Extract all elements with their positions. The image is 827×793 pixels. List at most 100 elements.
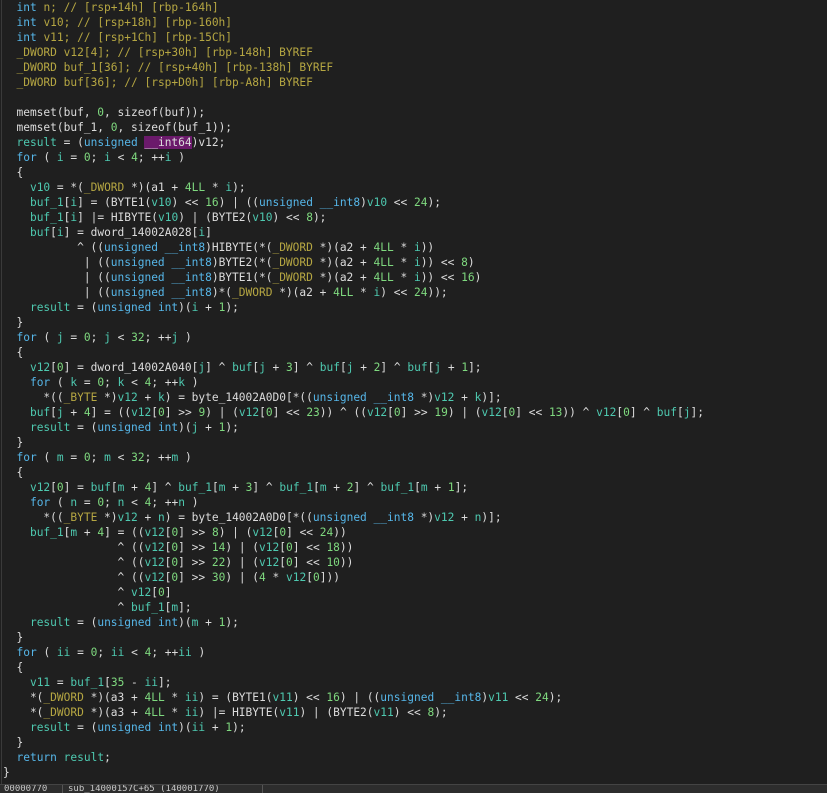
- code-line[interactable]: result = (unsigned int)(j + 1);: [3, 420, 704, 435]
- code-line[interactable]: result = (unsigned int)(ii + 1);: [3, 720, 704, 735]
- code-line[interactable]: ^ ((v12[0] >> 14) | (v12[0] << 18)): [3, 540, 704, 555]
- code-token: 0: [83, 451, 91, 464]
- code-token: +: [427, 481, 448, 494]
- code-line[interactable]: int v11; // [rsp+1Ch] [rbp-15Ch]: [3, 30, 704, 45]
- code-line[interactable]: buf_1[i] = (BYTE1(v10) << 16) | ((unsign…: [3, 195, 704, 210]
- code-token: )(: [178, 301, 192, 314]
- code-line[interactable]: }: [3, 765, 704, 780]
- code-line[interactable]: *((_BYTE *)v12 + n) = byte_14002A0D0[*((…: [3, 510, 704, 525]
- code-token: ] ^: [292, 361, 320, 374]
- code-token: j: [56, 331, 64, 344]
- code-token: v10: [29, 181, 51, 194]
- code-token: = (: [70, 616, 98, 629]
- code-line[interactable]: ^ ((v12[0] >> 22) | (v12[0] << 10)): [3, 555, 704, 570]
- code-line[interactable]: *(_DWORD *)(a3 + 4LL * ii) |= HIBYTE(v11…: [3, 705, 704, 720]
- code-token: )];: [481, 511, 502, 524]
- code-line[interactable]: for ( k = 0; k < 4; ++k ): [3, 375, 704, 390]
- code-line[interactable]: buf[i] = dword_14002A028[i]: [3, 225, 704, 240]
- code-line[interactable]: result = (unsigned int)(i + 1);: [3, 300, 704, 315]
- code-token: [: [279, 541, 286, 554]
- code-token: ] <<: [286, 526, 320, 539]
- code-line[interactable]: [3, 90, 704, 105]
- code-line[interactable]: *((_BYTE *)v12 + k) = byte_14002A0D0[*((…: [3, 390, 704, 405]
- code-line[interactable]: _DWORD buf_1[36]; // [rsp+40h] [rbp-138h…: [3, 60, 704, 75]
- code-line[interactable]: buf_1[m + 4] = ((v12[0] >> 8) | (v12[0] …: [3, 525, 704, 540]
- code-line[interactable]: | ((unsigned __int8)BYTE1(*(_DWORD *)(a2…: [3, 270, 704, 285]
- code-line[interactable]: }: [3, 630, 704, 645]
- code-token: for: [16, 451, 37, 464]
- pseudocode-view[interactable]: int n; // [rsp+14h] [rbp-164h] int v10; …: [0, 0, 827, 784]
- code-token: 0: [56, 361, 64, 374]
- code-token: ; ++: [137, 151, 165, 164]
- code-line[interactable]: {: [3, 660, 704, 675]
- code-token: ] >>: [178, 571, 212, 584]
- code-line[interactable]: }: [3, 435, 704, 450]
- code-token: );: [225, 301, 239, 314]
- code-token: 8: [306, 211, 313, 224]
- code-line[interactable]: _DWORD v12[4]; // [rsp+30h] [rbp-148h] B…: [3, 45, 704, 60]
- code-line[interactable]: {: [3, 165, 704, 180]
- code-line[interactable]: ^ ((unsigned __int8)HIBYTE(*(_DWORD *)(a…: [3, 240, 704, 255]
- code-token: 16: [205, 196, 219, 209]
- code-line[interactable]: v10 = *(_DWORD *)(a1 + 4LL * i);: [3, 180, 704, 195]
- code-line[interactable]: | ((unsigned __int8)*(_DWORD *)(a2 + 4LL…: [3, 285, 704, 300]
- code-line[interactable]: *(_DWORD *)(a3 + 4LL * ii) = (BYTE1(v11)…: [3, 690, 704, 705]
- code-token: v10: [366, 196, 388, 209]
- code-line[interactable]: v11 = buf_1[35 - ii];: [3, 675, 704, 690]
- code-line[interactable]: ^ ((v12[0] >> 30) | (4 * v12[0])): [3, 570, 704, 585]
- code-line[interactable]: buf[j + 4] = ((v12[0] >> 9) | (v12[0] <<…: [3, 405, 704, 420]
- code-line[interactable]: {: [3, 345, 704, 360]
- code-token: | ((: [3, 286, 111, 299]
- code-token: (: [36, 646, 57, 659]
- code-token: ];: [468, 361, 482, 374]
- code-line[interactable]: memset(buf, 0, sizeof(buf));: [3, 105, 704, 120]
- code-line[interactable]: | ((unsigned __int8)BYTE2(*(_DWORD *)(a2…: [3, 255, 704, 270]
- code-token: unsigned __int8: [104, 241, 206, 254]
- code-line[interactable]: int v10; // [rsp+18h] [rbp-160h]: [3, 15, 704, 30]
- code-line[interactable]: result = (unsigned __int64)v12;: [3, 135, 704, 150]
- code-token: ];: [690, 406, 704, 419]
- code-token: [: [259, 406, 266, 419]
- code-line[interactable]: }: [3, 735, 704, 750]
- code-token: <: [110, 451, 132, 464]
- code-line[interactable]: _DWORD buf[36]; // [rsp+D0h] [rbp-A8h] B…: [3, 75, 704, 90]
- code-line[interactable]: int n; // [rsp+14h] [rbp-164h]: [3, 0, 704, 15]
- code-token: )BYTE1(*(: [211, 271, 273, 284]
- code-token: ii: [56, 646, 71, 659]
- code-token: ) | (: [225, 541, 260, 554]
- code-token: _DWORD: [83, 181, 125, 194]
- code-token: _DWORD: [232, 286, 273, 299]
- code-line[interactable]: for ( j = 0; j < 32; ++j ): [3, 330, 704, 345]
- code-line[interactable]: for ( ii = 0; ii < 4; ++ii ): [3, 645, 704, 660]
- code-line[interactable]: return result;: [3, 750, 704, 765]
- code-token: 24: [535, 691, 549, 704]
- code-line[interactable]: buf_1[i] |= HIBYTE(v10) | (BYTE2(v10) <<…: [3, 210, 704, 225]
- code-token: = (: [70, 721, 98, 734]
- code-line[interactable]: memset(buf_1, 0, sizeof(buf_1));: [3, 120, 704, 135]
- code-line[interactable]: ^ buf_1[m];: [3, 600, 704, 615]
- code-line[interactable]: }: [3, 315, 704, 330]
- code-token: ) | ((: [339, 691, 381, 704]
- code-token: 4LL: [184, 181, 206, 194]
- code-token: ;: [90, 151, 105, 164]
- code-line[interactable]: for ( m = 0; m < 32; ++m ): [3, 450, 704, 465]
- code-token: ) = byte_14002A0D0[*((: [164, 511, 313, 524]
- code-token: ): [191, 646, 206, 659]
- code-line[interactable]: v12[0] = buf[m + 4] ^ buf_1[m + 3] ^ buf…: [3, 480, 704, 495]
- code-token: (: [36, 451, 57, 464]
- code-token: ii: [184, 691, 199, 704]
- code-line[interactable]: v12[0] = dword_14002A040[j] ^ buf[j + 3]…: [3, 360, 704, 375]
- code-token: unsigned int: [97, 721, 179, 734]
- code-line[interactable]: for ( n = 0; n < 4; ++n ): [3, 495, 704, 510]
- code-token: ; ++: [151, 376, 179, 389]
- code-line[interactable]: result = (unsigned int)(m + 1);: [3, 615, 704, 630]
- code-line[interactable]: for ( i = 0; i < 4; ++i ): [3, 150, 704, 165]
- code-line[interactable]: ^ v12[0]: [3, 585, 704, 600]
- code-line[interactable]: {: [3, 465, 704, 480]
- code-token: =: [63, 151, 84, 164]
- code-token: ;: [104, 496, 118, 509]
